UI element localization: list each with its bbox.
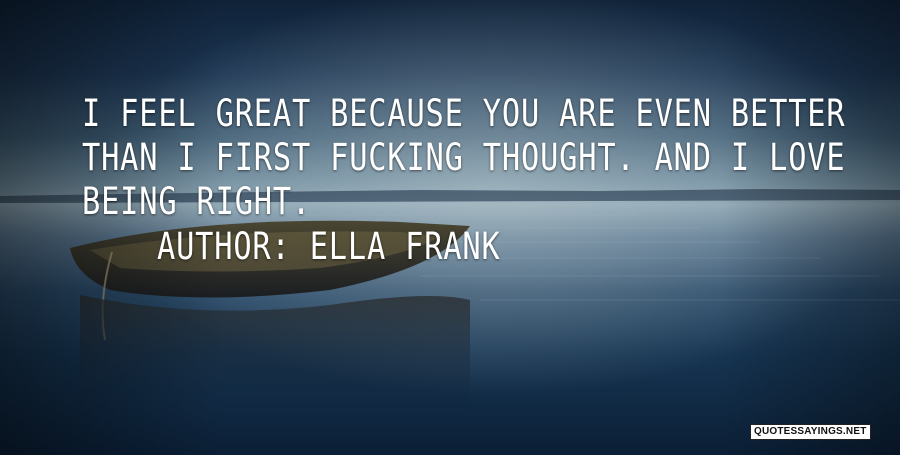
quote-image: I FEEL GREAT BECAUSE YOU ARE EVEN BETTER… — [0, 0, 900, 455]
quote-author: AUTHOR: ELLA FRANK — [157, 225, 501, 268]
quote-text-block: I FEEL GREAT BECAUSE YOU ARE EVEN BETTER… — [82, 92, 862, 270]
quote-line-2: THAN I FIRST FUCKING THOUGHT. AND I LOVE — [82, 136, 846, 179]
site-watermark: QUOTESSAYINGS.NET — [750, 424, 871, 440]
quote-line-1: I FEEL GREAT BECAUSE YOU ARE EVEN BETTER — [82, 92, 846, 135]
quote-line-3: BEING RIGHT. — [82, 180, 312, 223]
